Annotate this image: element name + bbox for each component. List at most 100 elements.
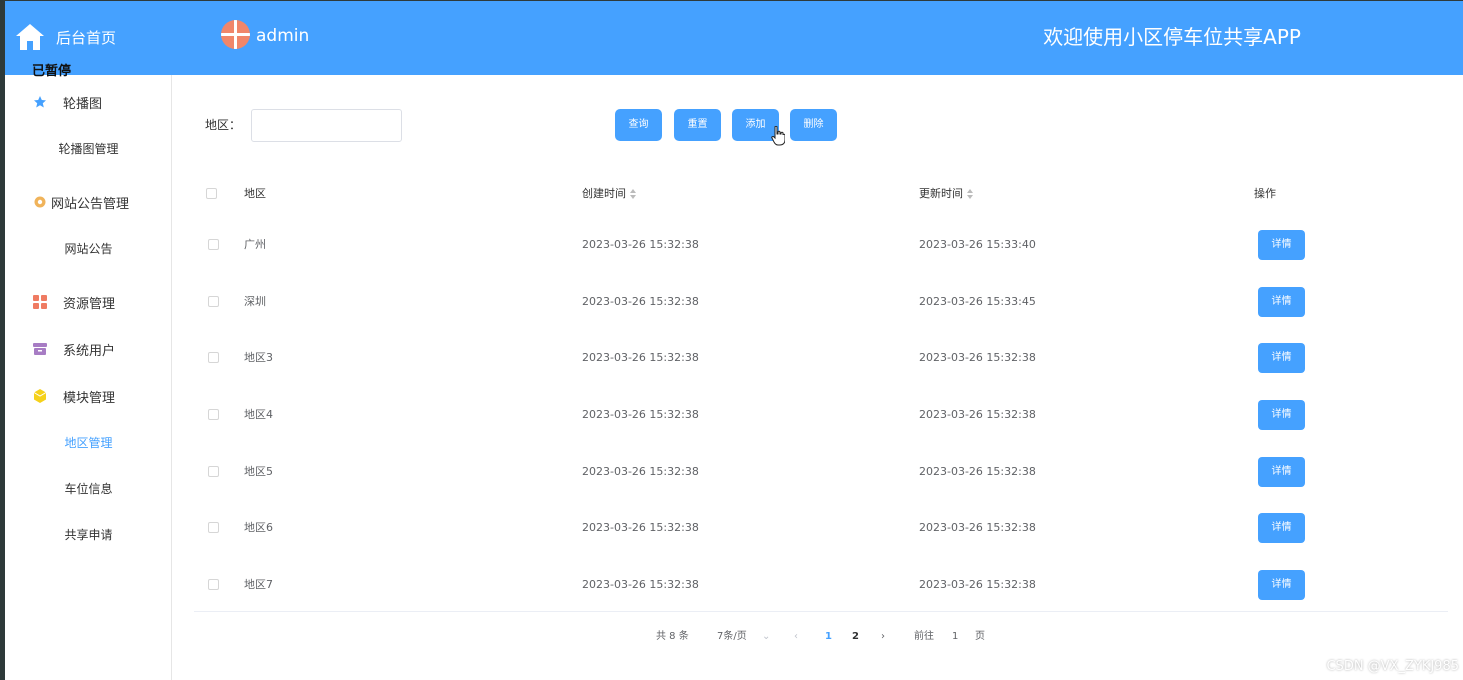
home-icon: [16, 24, 44, 50]
cell-region: 地区7: [244, 578, 273, 591]
row-checkbox[interactable]: [208, 352, 219, 363]
table-row: 地区7 2023-03-26 15:32:38 2023-03-26 15:32…: [194, 556, 1448, 613]
menu-item-system-users[interactable]: 系统用户: [5, 329, 172, 369]
detail-button[interactable]: 详情: [1258, 230, 1305, 260]
next-page-icon[interactable]: ›: [881, 629, 885, 645]
avatar[interactable]: [221, 20, 250, 49]
menu-label-module-manage: 模块管理: [63, 390, 116, 406]
cell-created: 2023-03-26 15:32:38: [582, 465, 699, 478]
delete-button[interactable]: 删除: [790, 109, 837, 141]
menu-item-carousel[interactable]: 轮播图: [5, 82, 172, 122]
sub-item-share-apply[interactable]: 共享申请: [5, 515, 172, 555]
box-icon: [33, 343, 47, 355]
cell-updated: 2023-03-26 15:33:40: [919, 238, 1036, 251]
cell-updated: 2023-03-26 15:32:38: [919, 578, 1036, 591]
page-number[interactable]: 1: [825, 629, 832, 645]
goto-page-input[interactable]: 1: [952, 629, 958, 645]
sub-item-region-manage[interactable]: 地区管理: [5, 423, 172, 463]
cell-updated: 2023-03-26 15:32:38: [919, 351, 1036, 364]
paused-overlay-text: 已暂停: [32, 64, 72, 79]
detail-button[interactable]: 详情: [1258, 287, 1305, 317]
chevron-down-icon[interactable]: ⌄: [762, 629, 770, 645]
detail-button[interactable]: 详情: [1258, 400, 1305, 430]
sub-item-site-notice[interactable]: 网站公告: [5, 229, 172, 269]
row-checkbox[interactable]: [208, 466, 219, 477]
row-checkbox[interactable]: [208, 522, 219, 533]
menu-item-module-manage[interactable]: 模块管理: [5, 376, 172, 416]
cell-updated: 2023-03-26 15:33:45: [919, 295, 1036, 308]
region-search-input[interactable]: [251, 109, 402, 142]
grid-icon: [33, 295, 47, 309]
welcome-title: 欢迎使用小区停车位共享APP: [1043, 25, 1301, 49]
reset-button[interactable]: 重置: [674, 109, 721, 141]
detail-button[interactable]: 详情: [1258, 343, 1305, 373]
cell-region: 地区5: [244, 465, 273, 478]
cell-region: 地区3: [244, 351, 273, 364]
header-updated[interactable]: 更新时间: [919, 186, 974, 202]
cell-created: 2023-03-26 15:32:38: [582, 408, 699, 421]
home-label: 后台首页: [56, 29, 117, 47]
main-content: 地区： 查询 重置 添加 删除 地区 创建时间 更新时间 操作 广州 2023-…: [172, 75, 1463, 680]
cell-created: 2023-03-26 15:32:38: [582, 578, 699, 591]
cube-icon: [33, 389, 47, 403]
header-action: 操作: [1254, 187, 1276, 200]
row-checkbox[interactable]: [208, 239, 219, 250]
cell-created: 2023-03-26 15:32:38: [582, 295, 699, 308]
menu-item-site-notice-manage[interactable]: 网站公告管理: [5, 182, 172, 222]
table-row: 广州 2023-03-26 15:32:38 2023-03-26 15:33:…: [194, 216, 1448, 273]
cell-updated: 2023-03-26 15:32:38: [919, 521, 1036, 534]
pagination-total: 共 8 条: [656, 631, 689, 642]
detail-button[interactable]: 详情: [1258, 513, 1305, 543]
table-row: 地区5 2023-03-26 15:32:38 2023-03-26 15:32…: [194, 443, 1448, 500]
goto-prefix: 前往: [914, 631, 934, 642]
cell-updated: 2023-03-26 15:32:38: [919, 408, 1036, 421]
table-row: 地区4 2023-03-26 15:32:38 2023-03-26 15:32…: [194, 386, 1448, 443]
header-created-label: 创建时间: [582, 187, 626, 200]
menu-item-resource-manage[interactable]: 资源管理: [5, 282, 172, 322]
detail-button[interactable]: 详情: [1258, 457, 1305, 487]
goto-suffix: 页: [975, 631, 985, 642]
row-checkbox[interactable]: [208, 579, 219, 590]
sidebar-header[interactable]: 后台首页: [5, 1, 172, 75]
page-size-select[interactable]: 7条/页: [717, 629, 747, 645]
sub-item-parking-info[interactable]: 车位信息: [5, 469, 172, 509]
cell-region: 深圳: [244, 295, 266, 308]
cell-created: 2023-03-26 15:32:38: [582, 521, 699, 534]
menu-label-system-users: 系统用户: [63, 343, 116, 359]
cell-region: 地区4: [244, 408, 273, 421]
header-updated-label: 更新时间: [919, 187, 963, 200]
menu-label-site-notice-manage: 网站公告管理: [51, 196, 130, 212]
menu-label-carousel: 轮播图: [63, 96, 103, 112]
sort-icon[interactable]: [630, 188, 637, 200]
table-row: 地区3 2023-03-26 15:32:38 2023-03-26 15:32…: [194, 329, 1448, 386]
username[interactable]: admin: [256, 25, 309, 47]
app-window: 后台首页 已暂停 轮播图 轮播图管理 网站公告管理 网站公告 资源管理 系统用户…: [5, 1, 1463, 680]
sidebar: 后台首页 已暂停 轮播图 轮播图管理 网站公告管理 网站公告 资源管理 系统用户…: [5, 1, 172, 680]
cell-created: 2023-03-26 15:32:38: [582, 351, 699, 364]
table-divider: [194, 611, 1448, 612]
page-number[interactable]: 2: [852, 629, 859, 645]
region-search-label: 地区：: [205, 118, 242, 132]
menu-label-resource-manage: 资源管理: [63, 296, 116, 312]
hand-cursor-icon: [771, 126, 785, 146]
row-checkbox[interactable]: [208, 409, 219, 420]
cell-created: 2023-03-26 15:32:38: [582, 238, 699, 251]
star-icon: [34, 96, 46, 108]
table-row: 地区6 2023-03-26 15:32:38 2023-03-26 15:32…: [194, 499, 1448, 556]
select-all-checkbox[interactable]: [206, 188, 217, 199]
watermark: CSDN @VX_ZYKJ985: [1326, 659, 1459, 674]
gear-icon: [34, 196, 46, 208]
prev-page-icon[interactable]: ‹: [794, 629, 798, 645]
table-row: 深圳 2023-03-26 15:32:38 2023-03-26 15:33:…: [194, 273, 1448, 330]
cell-region: 地区6: [244, 521, 273, 534]
sort-icon[interactable]: [967, 188, 974, 200]
query-button[interactable]: 查询: [615, 109, 662, 141]
detail-button[interactable]: 详情: [1258, 570, 1305, 600]
header-region: 地区: [244, 187, 266, 200]
header-created[interactable]: 创建时间: [582, 186, 637, 202]
cell-region: 广州: [244, 238, 266, 251]
cell-updated: 2023-03-26 15:32:38: [919, 465, 1036, 478]
table-header: 地区 创建时间 更新时间 操作: [194, 176, 1448, 212]
sub-item-carousel-manage[interactable]: 轮播图管理: [5, 129, 172, 169]
row-checkbox[interactable]: [208, 296, 219, 307]
